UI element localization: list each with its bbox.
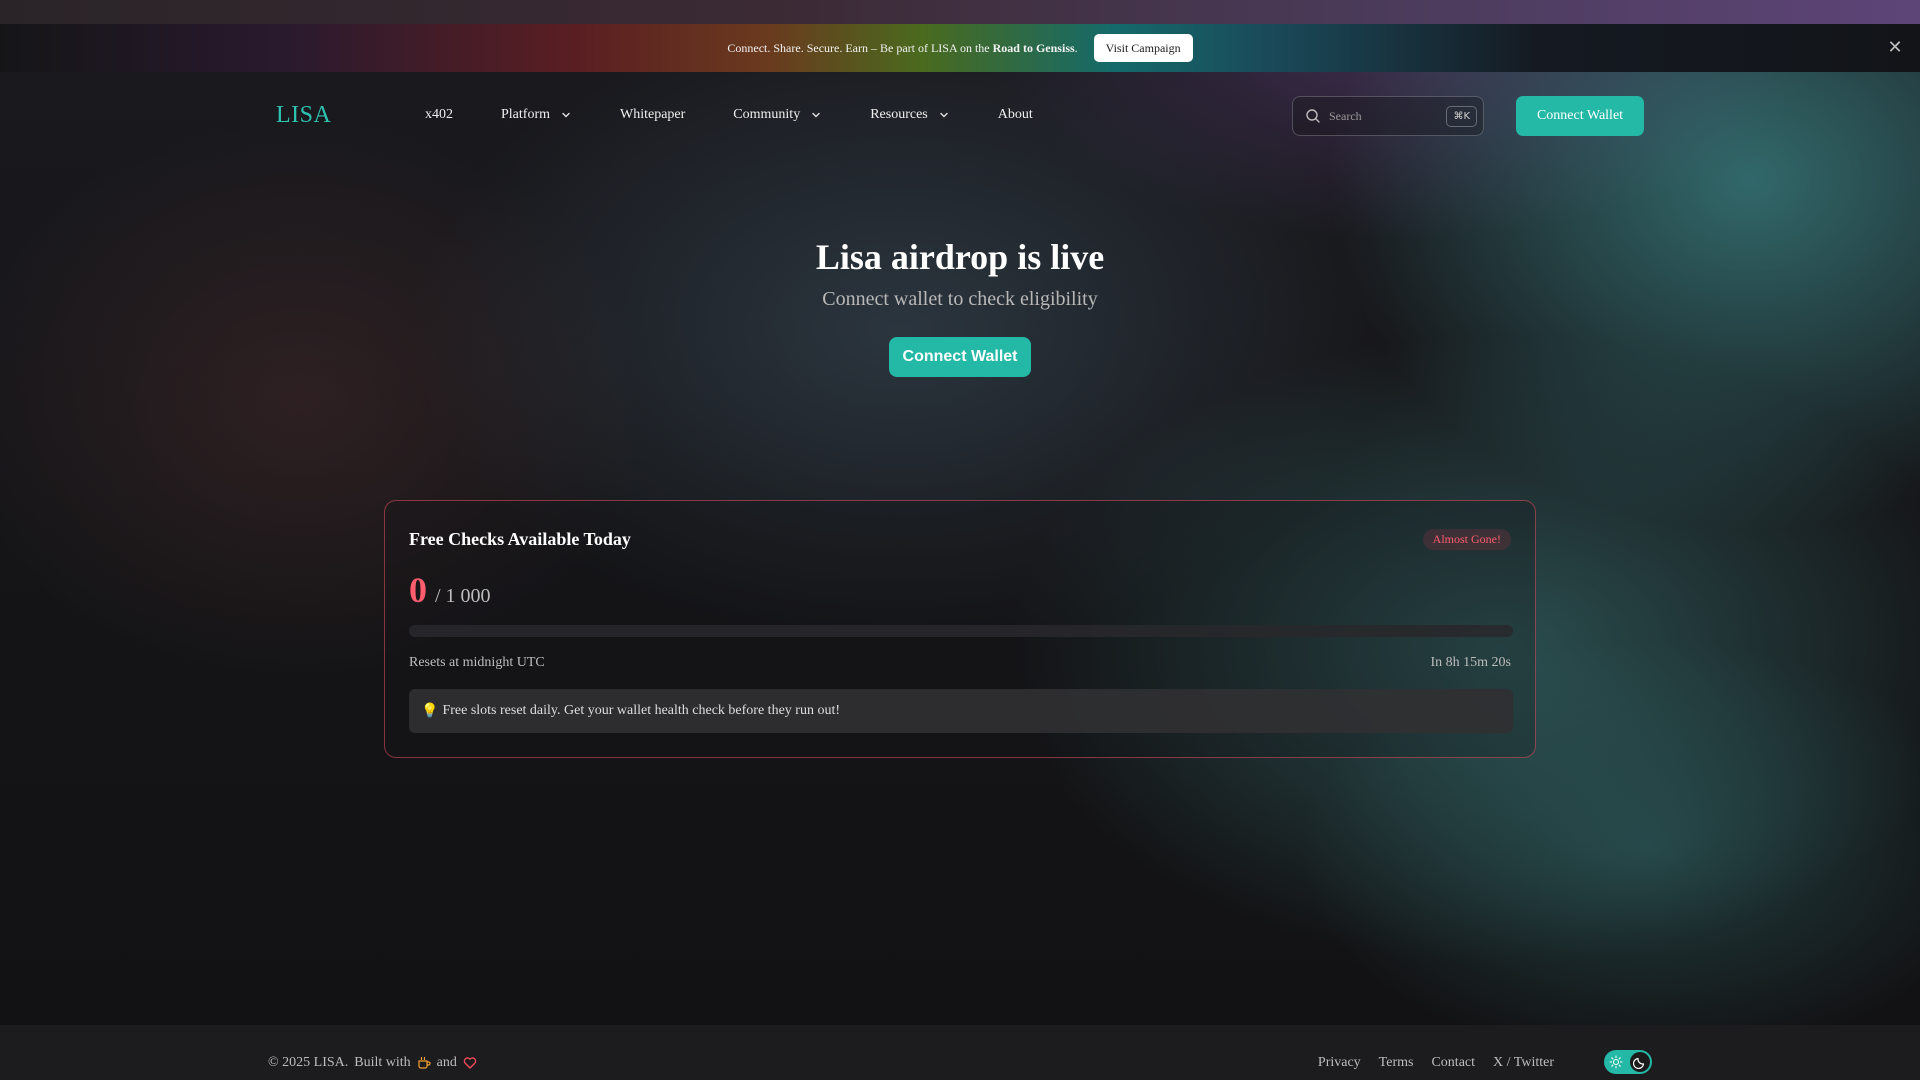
copyright: © 2025 LISA. Built with and	[268, 1055, 477, 1071]
search-icon	[1306, 109, 1320, 123]
theme-toggle[interactable]	[1604, 1050, 1652, 1074]
logo[interactable]: LISA	[276, 102, 331, 129]
theme-knob	[1630, 1052, 1650, 1072]
chevron-down-icon	[940, 112, 948, 118]
reset-countdown: In 8h 15m 20s	[1430, 655, 1512, 670]
visit-campaign-button[interactable]: Visit Campaign	[1093, 34, 1193, 62]
free-checks-card: Free Checks Available Today Almost Gone!…	[384, 500, 1536, 758]
tip-text: Free slots reset daily. Get your wallet …	[442, 703, 841, 718]
nav-item-resources[interactable]: Resources	[870, 107, 950, 123]
banner-text: Connect. Share. Secure. Earn – Be part o…	[727, 40, 1078, 55]
footer-link-twitter[interactable]: X / Twitter	[1493, 1055, 1554, 1071]
connect-wallet-button[interactable]: Connect Wallet	[1516, 96, 1644, 136]
hero-title: Lisa airdrop is live	[815, 237, 1105, 277]
footer: © 2025 LISA. Built with and Privacy Term…	[0, 1025, 1920, 1080]
checks-progress-bar	[409, 625, 1513, 637]
tip-box: 💡 Free slots reset daily. Get your walle…	[409, 689, 1513, 733]
nav-item-x402[interactable]: x402	[425, 107, 453, 123]
top-strip	[0, 0, 1920, 24]
sun-icon	[1609, 1055, 1623, 1069]
footer-links: Privacy Terms Contact X / Twitter	[1318, 1055, 1554, 1071]
reset-label: Resets at midnight UTC	[409, 655, 545, 670]
lightbulb-icon: 💡	[421, 703, 439, 719]
moon-icon	[1633, 1057, 1645, 1069]
search-shortcut: ⌘K	[1446, 105, 1477, 127]
checks-total: / 1 000	[435, 585, 491, 607]
footer-link-terms[interactable]: Terms	[1379, 1055, 1414, 1071]
checks-counter: 0 / 1 000	[409, 569, 491, 611]
hero-subtitle: Connect wallet to check eligibility	[822, 288, 1098, 310]
nav-links: x402 Platform Whitepaper Community Resou…	[425, 107, 1081, 123]
coffee-icon	[418, 1056, 431, 1069]
footer-link-privacy[interactable]: Privacy	[1318, 1055, 1361, 1071]
heart-icon	[463, 1057, 477, 1069]
search-placeholder: Search	[1329, 108, 1362, 123]
announcement-banner: Connect. Share. Secure. Earn – Be part o…	[0, 24, 1920, 72]
nav-item-community[interactable]: Community	[733, 107, 822, 123]
chevron-down-icon	[812, 112, 820, 118]
main-nav: LISA x402 Platform Whitepaper Community …	[0, 72, 1920, 160]
nav-item-platform[interactable]: Platform	[501, 107, 572, 123]
close-icon[interactable]: ✕	[1884, 37, 1906, 59]
nav-item-whitepaper[interactable]: Whitepaper	[620, 107, 685, 123]
card-title: Free Checks Available Today	[409, 529, 631, 549]
footer-link-contact[interactable]: Contact	[1431, 1055, 1475, 1071]
status-badge: Almost Gone!	[1422, 529, 1511, 550]
hero-connect-wallet-button[interactable]: Connect Wallet	[889, 337, 1031, 377]
checks-remaining: 0	[409, 570, 427, 610]
chevron-down-icon	[562, 112, 570, 118]
hero: Lisa airdrop is live Connect wallet to c…	[0, 236, 1920, 377]
nav-item-about[interactable]: About	[998, 107, 1033, 123]
banner-highlight: Road to Gensiss	[992, 40, 1075, 55]
search-input[interactable]: Search ⌘K	[1292, 96, 1484, 136]
